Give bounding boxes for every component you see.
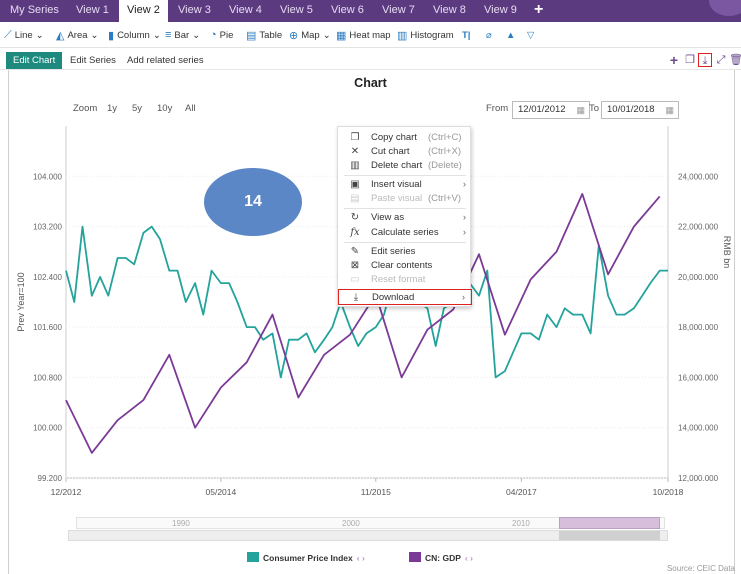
- y-left-tick-label: 103.200: [33, 223, 62, 232]
- menu-separator: [344, 175, 466, 176]
- y-right-tick-label: 14,000.000: [678, 424, 719, 433]
- y-left-tick-label: 99.200: [38, 474, 63, 483]
- navigator-label: 2000: [342, 519, 360, 528]
- trash-icon: ▥: [350, 160, 360, 171]
- y-right-axis-title: RMB bn: [722, 236, 732, 269]
- chevron-right-icon: ›: [461, 292, 465, 303]
- y-right-tick-label: 20,000.000: [678, 273, 719, 282]
- x-tick-label: 12/2012: [51, 487, 82, 497]
- y-right-tick-label: 12,000.000: [678, 474, 719, 483]
- function-icon: fx: [350, 227, 360, 238]
- app-window: My Series View 1 View 2 View 3 View 4 Vi…: [0, 0, 741, 574]
- y-right-tick-label: 18,000.000: [678, 323, 719, 332]
- legend-swatch: [247, 552, 259, 562]
- legend-nav-arrows-icon[interactable]: ‹ ›: [465, 553, 473, 563]
- navigator-scroll-thumb[interactable]: [559, 531, 660, 540]
- x-tick-label: 05/2014: [206, 487, 237, 497]
- source-note: Source: CEIC Data: [666, 564, 735, 573]
- menu-separator: [344, 242, 466, 243]
- y-right-tick-label: 24,000.000: [678, 172, 719, 181]
- y-left-tick-label: 100.800: [33, 373, 62, 382]
- chart-context-menu: ❐ Copy chart (Ctrl+C) ✕ Cut chart (Ctrl+X) ▥…: [337, 126, 472, 307]
- y-right-tick-label: 22,000.000: [678, 223, 719, 232]
- menu-delete-chart[interactable]: ▥ Delete chart (Delete): [338, 158, 472, 174]
- navigator-label: 1990: [172, 519, 190, 528]
- paste-icon: ▤: [350, 193, 360, 204]
- refresh-icon: ↻: [350, 212, 360, 223]
- chevron-right-icon: ›: [462, 212, 466, 223]
- reset-icon: ▭: [350, 274, 360, 285]
- menu-paste-visual: ▤ Paste visual (Ctrl+V): [338, 191, 472, 207]
- y-left-axis-title: Prev Year=100: [16, 272, 26, 331]
- y-left-tick-label: 104.000: [33, 172, 62, 181]
- navigator-selection-handle[interactable]: [559, 517, 660, 529]
- legend-nav-arrows-icon[interactable]: ‹ ›: [357, 553, 365, 563]
- y-left-tick-label: 101.600: [33, 323, 62, 332]
- x-tick-label: 10/2018: [653, 487, 684, 497]
- y-left-tick-label: 100.000: [33, 424, 62, 433]
- chevron-right-icon: ›: [462, 227, 466, 238]
- menu-view-as[interactable]: ↻ View as ›: [338, 210, 472, 226]
- step-badge: 14: [204, 168, 302, 236]
- y-left-tick-label: 102.400: [33, 273, 62, 282]
- legend-item-gdp[interactable]: CN: GDP ‹ ›: [409, 552, 473, 564]
- x-tick-label: 11/2015: [361, 487, 391, 497]
- menu-calculate-series[interactable]: fx Calculate series ›: [338, 225, 472, 241]
- legend-item-cpi[interactable]: Consumer Price Index ‹ ›: [247, 552, 365, 564]
- navigator-label: 2010: [512, 519, 530, 528]
- x-tick-label: 04/2017: [506, 487, 537, 497]
- legend-swatch: [409, 552, 421, 562]
- menu-reset-format: ▭ Reset format: [338, 272, 472, 288]
- menu-download[interactable]: ⤓ Download ›: [338, 289, 472, 305]
- y-right-tick-label: 16,000.000: [678, 373, 719, 382]
- menu-separator: [344, 208, 466, 209]
- download-icon: ⤓: [353, 292, 359, 303]
